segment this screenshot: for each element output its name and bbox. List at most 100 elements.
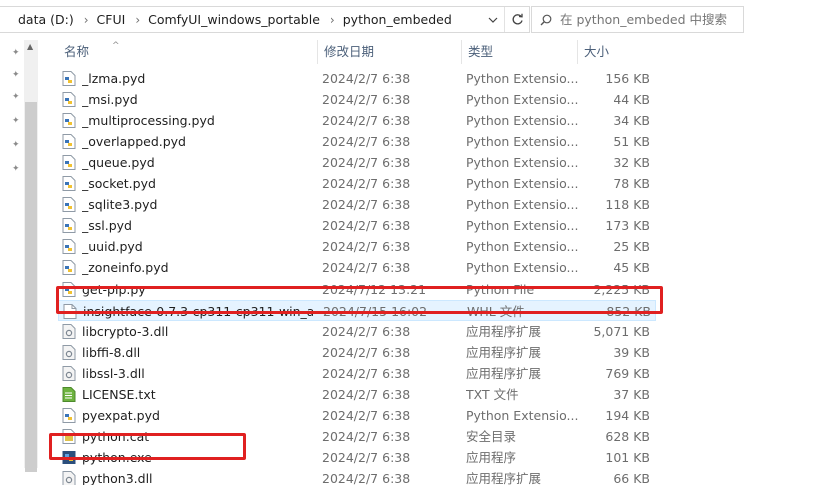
file-size: 25 KB [613,239,650,255]
file-row[interactable]: libffi-8.dll 2024/2/7 6:38 应用程序扩展 39 KB [58,342,656,363]
file-size: 173 KB [605,218,650,234]
file-size: 44 KB [613,92,650,108]
file-type: Python Extensio... [466,155,579,171]
file-size: 101 KB [605,449,650,465]
pin-icon[interactable]: ✦ [12,70,20,80]
navigation-pane: ✦ ✦ ✦ ✦ ✦ ✦ [0,34,22,485]
breadcrumb-cfui[interactable]: CFUI [93,12,132,27]
file-row[interactable]: _queue.pyd 2024/2/7 6:38 Python Extensio..… [58,152,656,173]
file-type: Python Extensio... [466,239,579,255]
file-name: _overlapped.pyd [82,134,186,150]
pyd-file-icon [62,176,76,192]
scrollbar-thumb[interactable] [25,102,37,472]
file-size: 194 KB [605,407,650,423]
dll-file-icon [62,365,76,381]
chevron-down-icon[interactable] [483,7,503,32]
pyd-file-icon [62,155,76,171]
pin-icon[interactable]: ✦ [12,140,20,150]
file-date: 2024/2/7 6:38 [322,218,411,234]
breadcrumb-python-embeded[interactable]: python_embeded [339,12,458,27]
file-size: 628 KB [605,428,650,444]
file-row[interactable]: libssl-3.dll 2024/2/7 6:38 应用程序扩展 769 KB [58,363,656,384]
text-file-icon [62,386,76,402]
file-row[interactable]: _zoneinfo.pyd 2024/2/7 6:38 Python Extensi… [58,257,656,278]
file-date: 2024/2/7 6:38 [322,323,411,339]
breadcrumb-separator-icon[interactable]: › [326,13,339,27]
file-date: 2024/2/7 6:38 [322,470,411,485]
file-date: 2024/2/7 6:38 [322,407,411,423]
file-date: 2024/2/7 6:38 [322,134,411,150]
file-row[interactable]: _socket.pyd 2024/2/7 6:38 Python Extensio.… [58,173,656,194]
breadcrumb-comfyui[interactable]: ComfyUI_windows_portable [144,12,326,27]
pyd-file-icon [62,113,76,129]
pyd-file-icon [62,239,76,255]
sort-up-icon: ^ [112,41,120,51]
file-size: 66 KB [613,470,650,485]
file-row[interactable]: _sqlite3.pyd 2024/2/7 6:38 Python Extensio… [58,194,656,215]
file-row[interactable]: _lzma.pyd 2024/2/7 6:38 Python Extensio...… [58,68,656,89]
breadcrumb-drive[interactable]: data (D:) [0,12,80,27]
pin-icon[interactable]: ✦ [12,92,20,102]
pyd-file-icon [62,218,76,234]
file-name: _ssl.pyd [82,218,132,234]
file-name: python3.dll [82,470,153,485]
column-header-date[interactable]: 修改日期 [318,40,462,64]
file-row[interactable]: LICENSE.txt 2024/2/7 6:38 TXT 文件 37 KB [58,384,656,405]
refresh-icon[interactable] [504,7,529,32]
column-label: 大小 [584,44,610,59]
file-row[interactable]: python3.dll 2024/2/7 6:38 应用程序扩展 66 KB [58,468,656,485]
file-name: libffi-8.dll [82,344,141,360]
file-row[interactable]: _multiprocessing.pyd 2024/2/7 6:38 Python … [58,110,656,131]
breadcrumb-separator-icon[interactable]: › [80,13,93,27]
pin-icon[interactable]: ✦ [12,116,20,126]
file-name: libcrypto-3.dll [82,323,169,339]
file-name: _uuid.pyd [82,239,143,255]
file-size: 34 KB [613,113,650,129]
pin-icon[interactable]: ✦ [12,164,20,174]
file-date: 2024/2/7 6:38 [322,155,411,171]
column-label: 修改日期 [324,44,375,59]
nav-scrollbar[interactable]: ▲ [24,40,38,472]
file-row[interactable]: _ssl.pyd 2024/2/7 6:38 Python Extensio... 1… [58,215,656,236]
file-name: _multiprocessing.pyd [82,113,215,129]
file-size: 39 KB [613,344,650,360]
search-box[interactable] [531,6,744,33]
address-bar[interactable]: data (D:) › CFUI › ComfyUI_windows_porta… [0,6,530,33]
file-date: 2024/2/7 6:38 [322,113,411,129]
column-header-name[interactable]: ^ 名称 [58,40,318,64]
file-row[interactable]: pyexpat.pyd 2024/2/7 6:38 Python Extensio.… [58,405,656,426]
file-size: 156 KB [605,71,650,86]
file-name: _lzma.pyd [82,71,146,86]
pin-icon[interactable]: ✦ [12,48,20,58]
file-size: 37 KB [613,386,650,402]
pyd-file-icon [62,197,76,213]
column-header-size[interactable]: 大小 [578,40,656,64]
file-row[interactable]: _uuid.pyd 2024/2/7 6:38 Python Extensio...… [58,236,656,257]
file-row[interactable]: _overlapped.pyd 2024/2/7 6:38 Python Exten… [58,131,656,152]
search-icon[interactable] [536,14,556,26]
pyd-file-icon [62,71,76,86]
pyd-file-icon [62,92,76,108]
file-date: 2024/2/7 6:38 [322,176,411,192]
search-input[interactable] [556,12,740,27]
column-header-type[interactable]: 类型 [462,40,578,64]
pyd-file-icon [62,407,76,423]
dll-file-icon [62,470,76,485]
breadcrumb-separator-icon[interactable]: › [131,13,144,27]
file-name: _queue.pyd [82,155,155,171]
file-name: _socket.pyd [82,176,156,192]
file-type: Python Extensio... [466,218,579,234]
file-list: ^ 名称 修改日期 类型 大小 _lzma.pyd 2024/2/7 6:38 Py… [44,40,814,485]
file-type: Python Extensio... [466,134,579,150]
file-row[interactable]: libcrypto-3.dll 2024/2/7 6:38 应用程序扩展 5,071 … [58,321,656,342]
file-row[interactable]: _msi.pyd 2024/2/7 6:38 Python Extensio... 4… [58,89,656,110]
file-name: _zoneinfo.pyd [82,260,169,276]
pyd-file-icon [62,134,76,150]
file-type: 安全目录 [466,428,517,444]
file-type: 应用程序扩展 [466,365,542,381]
file-date: 2024/2/7 6:38 [322,365,411,381]
scroll-up-icon[interactable]: ▲ [27,42,33,51]
file-size: 78 KB [613,176,650,192]
file-type: Python Extensio... [466,197,579,213]
file-type: 应用程序 [466,449,517,465]
